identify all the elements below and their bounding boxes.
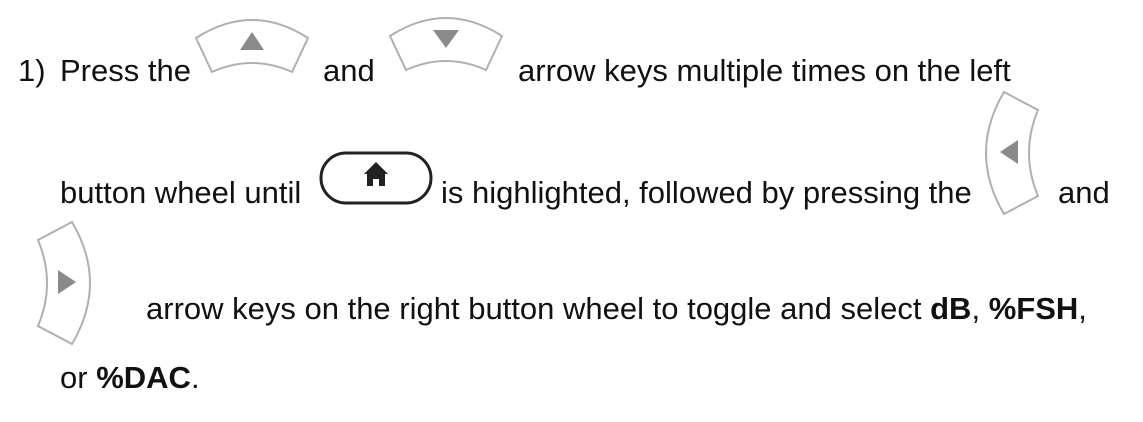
text-press-the: Press the [60,53,191,88]
text-arrow-keys-left: arrow keys multiple times on the left [518,53,1011,88]
text-button-wheel-until: button wheel until [60,175,302,210]
text-or: or [60,360,88,395]
option-fsh: %FSH [988,291,1079,326]
text-and-1: and [323,53,375,88]
up-arrow-key-icon [192,10,312,80]
option-db: dB [930,291,972,326]
home-key-icon [318,150,434,206]
right-arrow-key-icon [30,218,100,348]
down-arrow-key-icon [386,8,506,78]
text-or-dac: or %DAC. [60,360,200,396]
period: . [190,360,200,395]
text-and-2: and [1058,175,1110,210]
text-arrow-keys-right: arrow keys on the right button wheel to … [146,291,1087,327]
option-dac: %DAC [96,360,191,395]
text-arrow-keys-right-label: arrow keys on the right button wheel to … [146,291,922,326]
separator-2: , [1078,291,1087,326]
separator-1: , [971,291,981,326]
text-is-highlighted: is highlighted, followed by pressing the [441,175,972,210]
left-arrow-key-icon [976,88,1046,218]
step-number: 1) [18,53,46,88]
